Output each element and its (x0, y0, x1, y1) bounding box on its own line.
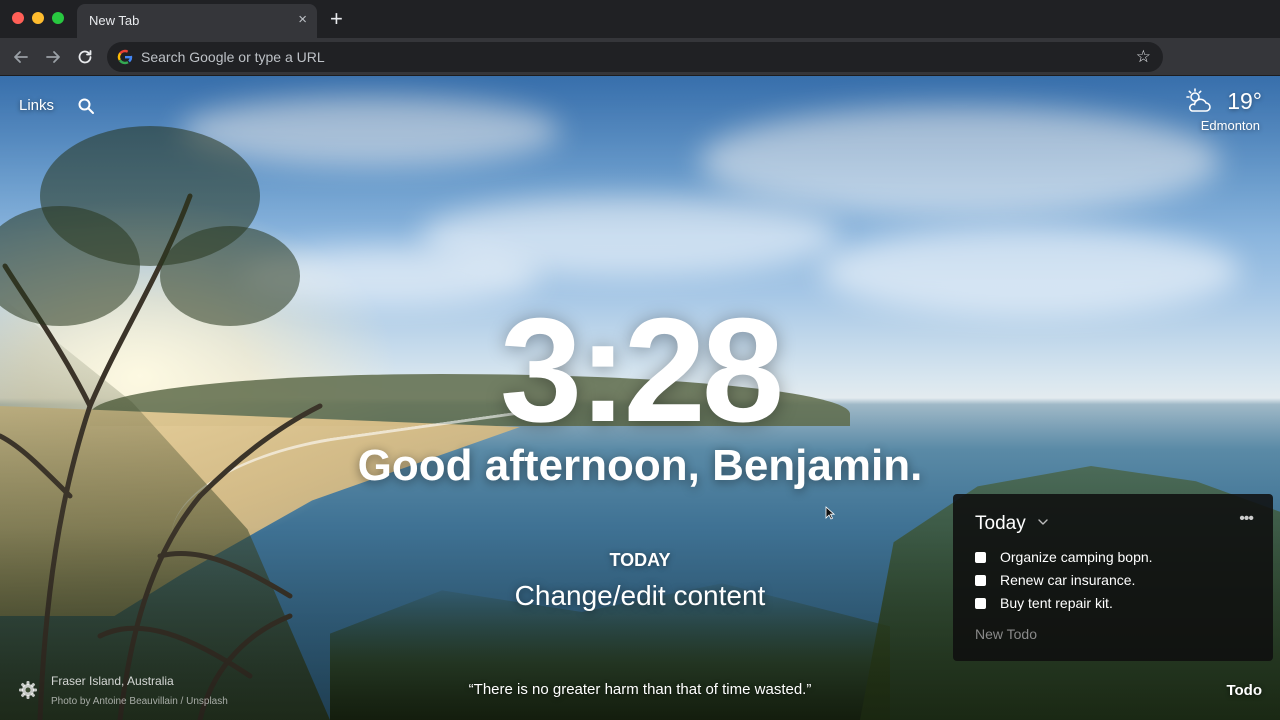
new-todo-input[interactable] (975, 626, 1235, 642)
browser-toolbar: ☆ ⋮ (0, 38, 1280, 104)
todo-panel: Today ••• Organize camping bopn. Renew c… (953, 494, 1273, 661)
todo-item-text[interactable]: Organize camping bopn. (1000, 549, 1153, 565)
todo-checkbox[interactable] (975, 598, 986, 609)
google-icon (117, 49, 133, 65)
tab-close-icon[interactable]: × (298, 12, 307, 28)
weather-location: Edmonton (1200, 118, 1260, 133)
star-icon[interactable]: ☆ (1136, 47, 1151, 67)
zoom-window-button[interactable] (52, 12, 64, 24)
more-options-icon[interactable]: ••• (1239, 510, 1254, 528)
tab-title: New Tab (89, 13, 140, 28)
forward-arrow-icon[interactable] (42, 46, 64, 68)
partly-cloudy-icon (1186, 88, 1211, 112)
links-button[interactable]: Links (19, 97, 54, 114)
todo-list-title[interactable]: Today (975, 513, 1026, 535)
todo-toggle-button[interactable]: Todo (1226, 682, 1262, 699)
todo-checkbox[interactable] (975, 552, 986, 563)
new-tab-button[interactable]: + (330, 8, 343, 30)
mouse-cursor-icon (825, 506, 835, 520)
reload-icon[interactable] (74, 46, 96, 68)
search-icon[interactable] (77, 97, 95, 115)
todo-item-text[interactable]: Renew car insurance. (1000, 572, 1135, 588)
tab-strip: New Tab × + (0, 0, 1280, 38)
todo-item-text[interactable]: Buy tent repair kit. (1000, 595, 1113, 611)
minimize-window-button[interactable] (32, 12, 44, 24)
weather-widget[interactable]: 19° Edmonton (1142, 87, 1262, 137)
address-input[interactable] (141, 47, 1121, 67)
clock: 3:28 (499, 288, 784, 453)
tab-new-tab[interactable]: New Tab × (77, 4, 317, 38)
quote: “There is no greater harm than that of t… (468, 681, 812, 698)
omnibox[interactable]: ☆ (107, 42, 1163, 72)
weather-temperature: 19° (1227, 88, 1262, 114)
back-arrow-icon[interactable] (10, 46, 32, 68)
greeting: Good afternoon, Benjamin. (357, 441, 923, 490)
todo-checkbox[interactable] (975, 575, 986, 586)
chevron-down-icon[interactable] (1037, 516, 1049, 528)
close-window-button[interactable] (12, 12, 24, 24)
